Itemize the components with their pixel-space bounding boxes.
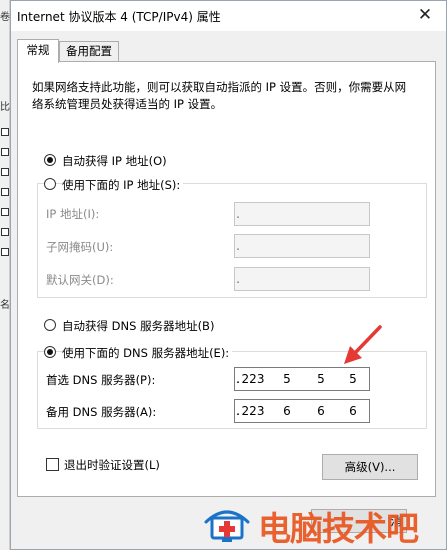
ip-address-field[interactable]: . . . xyxy=(234,202,370,226)
tab-alternate-configuration[interactable]: 备用配置 xyxy=(59,41,119,61)
dns-octet: 6 xyxy=(283,404,291,418)
dns-octet: 5 xyxy=(317,372,325,386)
validate-on-exit-label[interactable]: 退出时验证设置(L) xyxy=(64,457,160,473)
octet-separator: . xyxy=(236,272,240,286)
alternate-dns-label: 备用 DNS 服务器(A): xyxy=(46,405,157,419)
background-checkbox xyxy=(1,148,9,156)
computer-logo-icon xyxy=(204,510,250,542)
preferred-dns-field[interactable]: 223 5 5 5 . . . xyxy=(234,367,370,391)
background-glyph: 名 xyxy=(0,300,10,311)
validate-on-exit-checkbox[interactable] xyxy=(46,458,59,471)
auto-dns-label[interactable]: 自动获得 DNS 服务器地址(B) xyxy=(62,318,214,334)
default-gateway-label: 默认网关(D): xyxy=(46,273,114,287)
alternate-dns-field[interactable]: 223 6 6 6 . . . xyxy=(234,399,370,423)
advanced-button[interactable]: 高级(V)... xyxy=(322,454,418,480)
octet-separator: . xyxy=(236,239,240,253)
octet-separator: . xyxy=(236,372,240,386)
general-tab-panel: 如果网络支持此功能，则可以获取自动指派的 IP 设置。否则，你需要从网 络系统管… xyxy=(17,61,436,497)
dns-octet: 5 xyxy=(283,372,291,386)
site-watermark: 电脑技术吧 xyxy=(198,498,447,550)
background-checkbox xyxy=(1,188,9,196)
manual-dns-radio[interactable] xyxy=(44,346,56,358)
dns-octet: 6 xyxy=(317,404,325,418)
background-glyph: 卷 xyxy=(0,12,10,23)
manual-dns-label[interactable]: 使用下面的 DNS 服务器地址(E): xyxy=(62,345,233,361)
background-checkbox xyxy=(1,208,9,216)
close-button[interactable]: ✕ xyxy=(404,1,446,31)
manual-ip-radio[interactable] xyxy=(44,178,56,190)
window-title: Internet 协议版本 4 (TCP/IPv4) 属性 xyxy=(17,10,221,24)
octet-separator: . xyxy=(236,207,240,221)
background-checkbox xyxy=(1,168,9,176)
dns-octet: 5 xyxy=(349,372,357,386)
dns-octet: 223 xyxy=(241,372,265,386)
tcpip-properties-dialog: Internet 协议版本 4 (TCP/IPv4) 属性 ✕ 常规 备用配置 … xyxy=(10,0,447,550)
default-gateway-field[interactable]: . . . xyxy=(234,267,370,291)
description-text: 如果网络支持此功能，则可以获取自动指派的 IP 设置。否则，你需要从网 xyxy=(32,80,407,94)
background-window: 卷 比 名 xyxy=(0,0,10,550)
description-text: 络系统管理员处获得适当的 IP 设置。 xyxy=(32,97,223,111)
background-checkbox xyxy=(1,128,9,136)
background-checkbox xyxy=(1,228,9,236)
title-bar[interactable]: Internet 协议版本 4 (TCP/IPv4) 属性 ✕ xyxy=(11,1,446,31)
subnet-mask-field[interactable]: . . . xyxy=(234,234,370,258)
preferred-dns-label: 首选 DNS 服务器(P): xyxy=(46,373,156,387)
watermark-text: 电脑技术吧 xyxy=(258,509,419,548)
manual-ip-label[interactable]: 使用下面的 IP 地址(S): xyxy=(62,177,184,193)
annotation-arrow-icon xyxy=(344,325,382,364)
auto-ip-label[interactable]: 自动获得 IP 地址(O) xyxy=(62,153,167,169)
dns-octet: 223 xyxy=(241,404,265,418)
auto-dns-radio[interactable] xyxy=(44,319,56,331)
background-checkbox xyxy=(1,248,9,256)
dns-octet: 6 xyxy=(349,404,357,418)
ip-address-label: IP 地址(I): xyxy=(46,207,100,221)
background-glyph: 比 xyxy=(0,102,10,113)
subnet-mask-label: 子网掩码(U): xyxy=(46,240,114,254)
auto-ip-radio[interactable] xyxy=(44,154,56,166)
tab-general[interactable]: 常规 xyxy=(17,39,59,63)
octet-separator: . xyxy=(236,404,240,418)
